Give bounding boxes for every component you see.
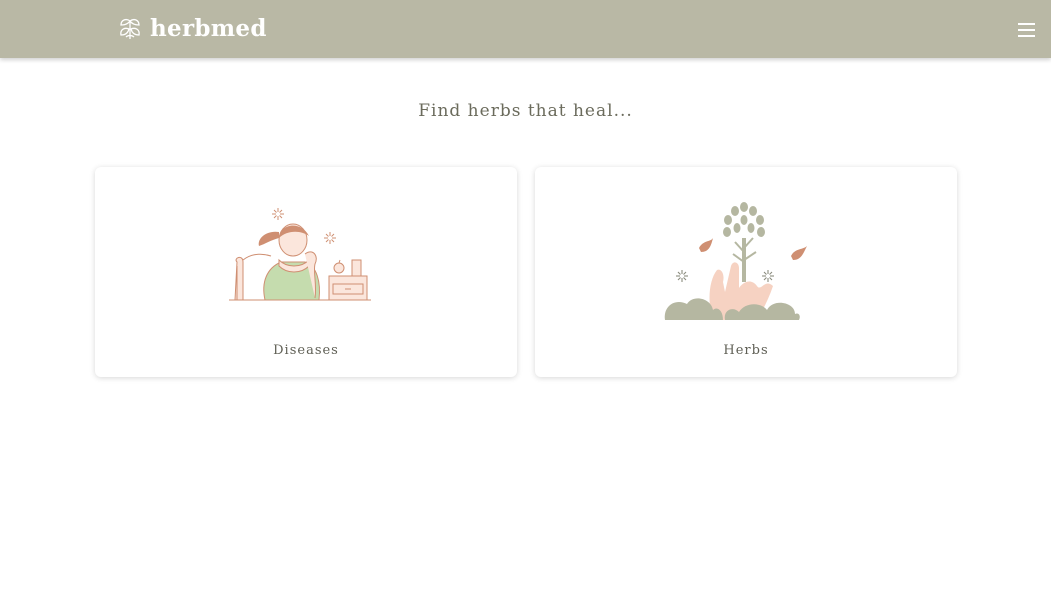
hand-holding-tree-illustration [664, 202, 807, 320]
hamburger-menu-icon [1018, 23, 1035, 25]
herbs-card-label: Herbs [723, 343, 769, 358]
herbs-card[interactable]: Herbs [535, 167, 957, 377]
brand-logo-link[interactable]: herbmed [118, 14, 267, 44]
brand-name: herbmed [150, 15, 267, 42]
navbar: herbmed [0, 0, 1051, 58]
leaf-logo-icon [120, 18, 140, 39]
diseases-card-label: Diseases [273, 343, 339, 358]
hamburger-menu-button[interactable] [1017, 20, 1037, 38]
sick-woman-illustration [229, 208, 371, 301]
diseases-card[interactable]: Diseases [95, 167, 517, 377]
page-title: Find herbs that heal... [418, 101, 633, 121]
